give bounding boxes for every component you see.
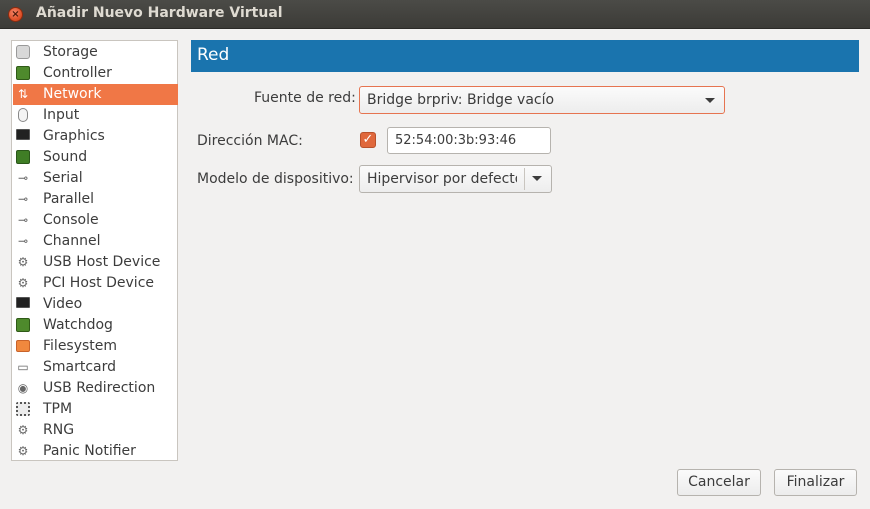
sidebar-item-label: Smartcard [43,359,117,375]
dropdown-divider [524,168,525,190]
sidebar-item-input[interactable]: Input [13,105,178,126]
page-header: Red [191,40,859,72]
device-model-label: Modelo de dispositivo: [197,171,354,187]
chevron-down-icon[interactable] [532,176,542,181]
mac-address-label: Dirección MAC: [197,133,303,149]
cancel-button[interactable]: Cancelar [677,469,761,496]
sidebar-item-label: USB Redirection [43,380,156,396]
sidebar-item-serial[interactable]: ⊸ Serial [13,168,178,189]
sidebar-item-label: Controller [43,65,112,81]
video-monitor-icon [16,297,30,311]
sidebar-item-label: Console [43,212,99,228]
sidebar-item-graphics[interactable]: Graphics [13,126,178,147]
sidebar-item-filesystem[interactable]: Filesystem [13,336,178,357]
sidebar-item-smartcard[interactable]: ▭ Smartcard [13,357,178,378]
sidebar-item-sound[interactable]: Sound [13,147,178,168]
channel-plug-icon: ⊸ [17,234,29,248]
sound-card-icon [16,150,30,164]
sidebar-item-controller[interactable]: Controller [13,63,178,84]
device-model-value: Hipervisor por defecto [367,171,517,187]
sidebar-item-channel[interactable]: ⊸ Channel [13,231,178,252]
sidebar-item-label: PCI Host Device [43,275,155,291]
sidebar-item-parallel[interactable]: ⊸ Parallel [13,189,178,210]
sidebar-item-network[interactable]: ⇅ Network [13,84,178,105]
watchdog-icon [16,318,30,332]
sidebar-item-rng[interactable]: ⚙ RNG [13,420,178,441]
chevron-down-icon [705,98,715,103]
parallel-plug-icon: ⊸ [17,192,29,206]
sidebar-item-label: RNG [43,422,75,438]
sidebar-item-label: Network [43,86,102,102]
window-titlebar: × Añadir Nuevo Hardware Virtual [0,0,870,29]
sidebar-item-label: Serial [43,170,83,186]
usb-redirection-icon: ◉ [17,381,29,395]
sidebar-item-tpm[interactable]: TPM [13,399,178,420]
sidebar-item-panic-notifier[interactable]: ⚙ Panic Notifier [13,441,178,462]
controller-icon [16,66,30,80]
rng-icon: ⚙ [17,423,29,437]
usb-device-icon: ⚙ [17,255,29,269]
hardware-type-list[interactable]: Storage Controller ⇅ Network Input Graph… [11,40,178,461]
mouse-icon [16,108,30,122]
smartcard-icon: ▭ [17,360,29,374]
sidebar-item-label: Parallel [43,191,95,207]
device-model-dropdown[interactable]: Hipervisor por defecto [359,165,552,193]
sidebar-item-console[interactable]: ⊸ Console [13,210,178,231]
mac-address-input[interactable] [387,127,551,154]
console-plug-icon: ⊸ [17,213,29,227]
close-icon[interactable]: × [8,7,23,22]
sidebar-item-label: Graphics [43,128,105,144]
sidebar-item-label: TPM [43,401,73,417]
network-source-dropdown[interactable]: Bridge brpriv: Bridge vacío [359,86,725,114]
sidebar-item-label: Channel [43,233,101,249]
sidebar-item-label: Sound [43,149,88,165]
pci-device-icon: ⚙ [17,276,29,290]
mac-address-checkbox[interactable]: ✓ [360,132,376,148]
chip-icon [16,402,30,416]
sidebar-item-label: Filesystem [43,338,118,354]
sidebar-item-usb-redirection[interactable]: ◉ USB Redirection [13,378,178,399]
panic-notifier-icon: ⚙ [17,444,29,458]
sidebar-item-pci-host-device[interactable]: ⚙ PCI Host Device [13,273,178,294]
sidebar-item-storage[interactable]: Storage [13,42,178,63]
folder-icon [16,339,30,353]
finish-button[interactable]: Finalizar [774,469,857,496]
storage-icon [16,45,30,59]
network-source-label: Fuente de red: [254,90,356,106]
sidebar-item-video[interactable]: Video [13,294,178,315]
network-icon: ⇅ [17,87,29,101]
sidebar-item-label: Video [43,296,83,312]
monitor-icon [16,129,30,143]
serial-plug-icon: ⊸ [17,171,29,185]
sidebar-item-label: Watchdog [43,317,113,333]
window-title: Añadir Nuevo Hardware Virtual [36,5,283,21]
page-title: Red [197,45,230,65]
sidebar-item-usb-host-device[interactable]: ⚙ USB Host Device [13,252,178,273]
sidebar-item-watchdog[interactable]: Watchdog [13,315,178,336]
sidebar-item-label: Panic Notifier [43,443,136,459]
sidebar-item-label: Input [43,107,80,123]
sidebar-item-label: USB Host Device [43,254,161,270]
network-source-value: Bridge brpriv: Bridge vacío [367,92,555,108]
sidebar-item-label: Storage [43,44,98,60]
